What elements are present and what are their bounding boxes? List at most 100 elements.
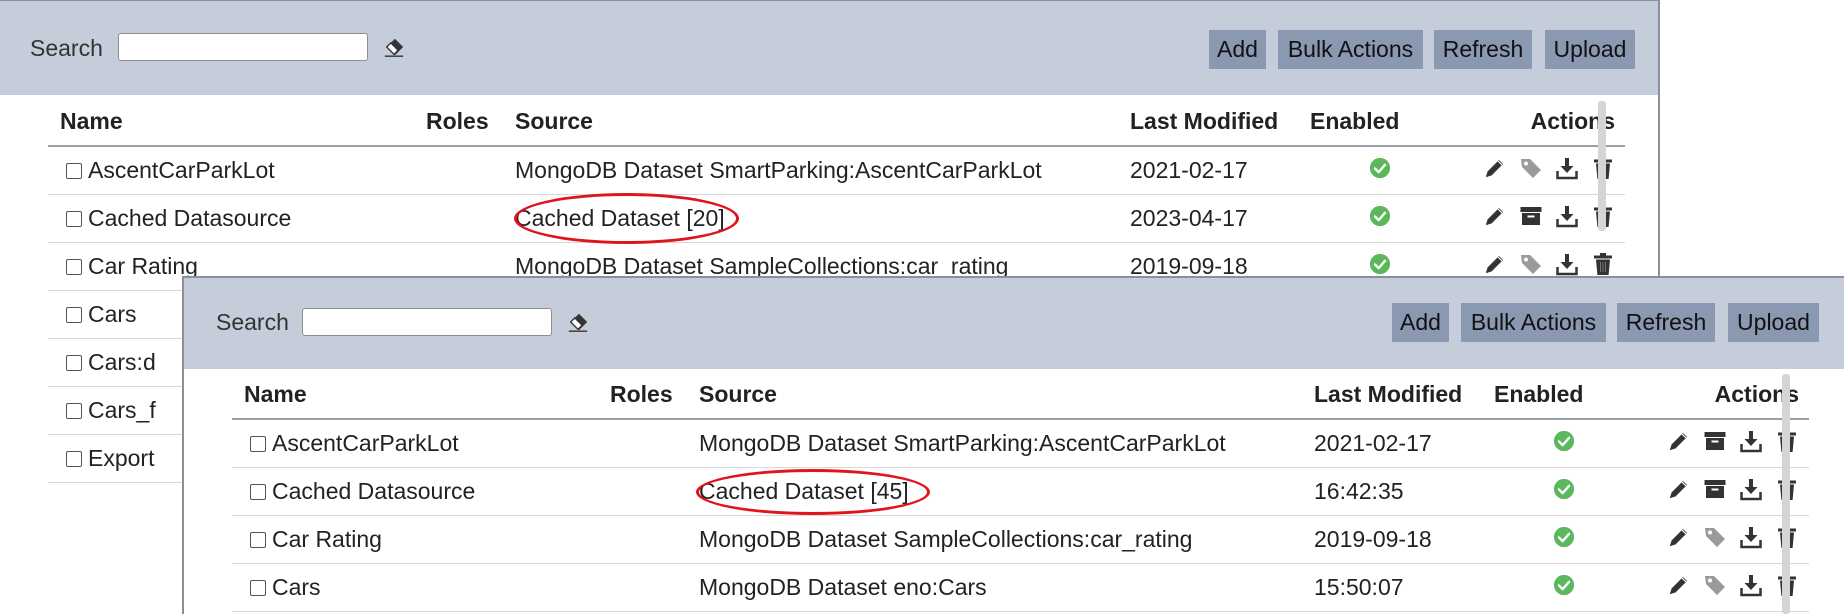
enabled-check-icon[interactable]: [1369, 253, 1391, 275]
row-name: Cars: [88, 301, 137, 327]
tag-icon[interactable]: [1519, 156, 1543, 180]
bulk-actions-button[interactable]: Bulk Actions: [1278, 30, 1423, 69]
row-source: MongoDB Dataset SampleCollections:car_ra…: [699, 526, 1193, 552]
edit-pencil-icon[interactable]: [1667, 525, 1691, 549]
table-row[interactable]: AscentCarParkLot MongoDB Dataset SmartPa…: [232, 419, 1809, 468]
column-name[interactable]: Name: [232, 371, 610, 420]
search-input[interactable]: [302, 308, 552, 336]
row-checkbox[interactable]: [250, 532, 266, 548]
row-source: Cached Dataset [20]: [515, 205, 725, 231]
eraser-icon[interactable]: [382, 36, 406, 58]
search-label: Search: [216, 309, 289, 335]
toolbar: Search Add Bulk Actions Refresh Upload: [0, 1, 1658, 95]
column-roles[interactable]: Roles: [610, 371, 699, 420]
row-name: Cached Datasource: [272, 478, 476, 504]
row-last-modified: 2023-04-17: [1130, 205, 1248, 231]
edit-pencil-icon[interactable]: [1483, 252, 1507, 276]
trash-icon[interactable]: [1591, 252, 1615, 276]
edit-pencil-icon[interactable]: [1483, 156, 1507, 180]
row-name: Car Rating: [272, 526, 382, 552]
row-checkbox[interactable]: [250, 484, 266, 500]
column-last-modified[interactable]: Last Modified: [1314, 371, 1494, 420]
download-icon[interactable]: [1739, 477, 1763, 501]
table-row[interactable]: Cars MongoDB Dataset eno:Cars 15:50:07: [232, 563, 1809, 612]
archive-icon[interactable]: [1703, 429, 1727, 453]
row-source: MongoDB Dataset SmartParking:AscentCarPa…: [515, 157, 1042, 183]
row-name: Cars:d: [88, 349, 156, 375]
enabled-check-icon[interactable]: [1553, 478, 1575, 500]
row-source: MongoDB Dataset eno:Cars: [699, 574, 987, 600]
row-last-modified: 16:42:35: [1314, 478, 1404, 504]
column-roles[interactable]: Roles: [426, 98, 515, 147]
archive-icon[interactable]: [1519, 204, 1543, 228]
download-icon[interactable]: [1555, 252, 1579, 276]
scrollbar[interactable]: [1782, 374, 1790, 614]
enabled-check-icon[interactable]: [1553, 574, 1575, 596]
tag-icon[interactable]: [1703, 573, 1727, 597]
tag-icon[interactable]: [1519, 252, 1543, 276]
column-source[interactable]: Source: [699, 371, 1314, 420]
edit-pencil-icon[interactable]: [1667, 477, 1691, 501]
download-icon[interactable]: [1555, 204, 1579, 228]
refresh-button[interactable]: Refresh: [1617, 303, 1715, 342]
edit-pencil-icon[interactable]: [1667, 573, 1691, 597]
row-checkbox[interactable]: [66, 259, 82, 275]
edit-pencil-icon[interactable]: [1667, 429, 1691, 453]
row-checkbox[interactable]: [66, 355, 82, 371]
row-last-modified: 15:50:07: [1314, 574, 1404, 600]
row-checkbox[interactable]: [250, 436, 266, 452]
eraser-icon[interactable]: [566, 311, 590, 333]
add-button[interactable]: Add: [1392, 303, 1449, 342]
table-row[interactable]: Cached Datasource Cached Dataset [45] 16…: [232, 467, 1809, 516]
row-last-modified: 2021-02-17: [1314, 430, 1432, 456]
row-name: AscentCarParkLot: [272, 430, 459, 456]
row-checkbox[interactable]: [66, 403, 82, 419]
upload-button[interactable]: Upload: [1728, 303, 1819, 342]
front-window: Search Add Bulk Actions Refresh Upload N…: [182, 276, 1844, 614]
row-checkbox[interactable]: [66, 163, 82, 179]
column-last-modified[interactable]: Last Modified: [1130, 98, 1310, 147]
row-checkbox[interactable]: [66, 211, 82, 227]
tag-icon[interactable]: [1703, 525, 1727, 549]
enabled-check-icon[interactable]: [1553, 430, 1575, 452]
column-enabled[interactable]: Enabled: [1494, 371, 1634, 420]
table-row[interactable]: Cached Datasource Cached Dataset [20] 20…: [48, 194, 1625, 243]
row-last-modified: 2019-09-18: [1314, 526, 1432, 552]
download-icon[interactable]: [1739, 525, 1763, 549]
row-last-modified: 2021-02-17: [1130, 157, 1248, 183]
row-source: MongoDB Dataset SmartParking:AscentCarPa…: [699, 430, 1226, 456]
row-name: AscentCarParkLot: [88, 157, 275, 183]
table-header: Name Roles Source Last Modified Enabled …: [48, 98, 1625, 147]
search-label: Search: [30, 35, 103, 61]
download-icon[interactable]: [1555, 156, 1579, 180]
column-name[interactable]: Name: [48, 98, 426, 147]
download-icon[interactable]: [1739, 573, 1763, 597]
row-checkbox[interactable]: [66, 451, 82, 467]
download-icon[interactable]: [1739, 429, 1763, 453]
refresh-button[interactable]: Refresh: [1434, 30, 1532, 69]
row-name: Cached Datasource: [88, 205, 292, 231]
archive-icon[interactable]: [1703, 477, 1727, 501]
toolbar: Search Add Bulk Actions Refresh Upload: [184, 278, 1844, 369]
scrollbar[interactable]: [1598, 101, 1606, 231]
row-name: Cars_f: [88, 397, 156, 423]
edit-pencil-icon[interactable]: [1483, 204, 1507, 228]
row-source: Cached Dataset [45]: [699, 478, 909, 504]
row-checkbox[interactable]: [250, 580, 266, 596]
bulk-actions-button[interactable]: Bulk Actions: [1461, 303, 1606, 342]
enabled-check-icon[interactable]: [1369, 157, 1391, 179]
enabled-check-icon[interactable]: [1553, 526, 1575, 548]
search-input[interactable]: [118, 33, 368, 61]
row-name: Export: [88, 445, 155, 471]
table-header: Name Roles Source Last Modified Enabled …: [232, 371, 1809, 420]
table-row[interactable]: AscentCarParkLot MongoDB Dataset SmartPa…: [48, 146, 1625, 195]
add-button[interactable]: Add: [1209, 30, 1266, 69]
column-enabled[interactable]: Enabled: [1310, 98, 1450, 147]
row-checkbox[interactable]: [66, 307, 82, 323]
table-row[interactable]: Car Rating MongoDB Dataset SampleCollect…: [232, 515, 1809, 564]
enabled-check-icon[interactable]: [1369, 205, 1391, 227]
row-name: Cars: [272, 574, 321, 600]
column-source[interactable]: Source: [515, 98, 1130, 147]
datasource-table: Name Roles Source Last Modified Enabled …: [232, 371, 1809, 612]
upload-button[interactable]: Upload: [1545, 30, 1635, 69]
